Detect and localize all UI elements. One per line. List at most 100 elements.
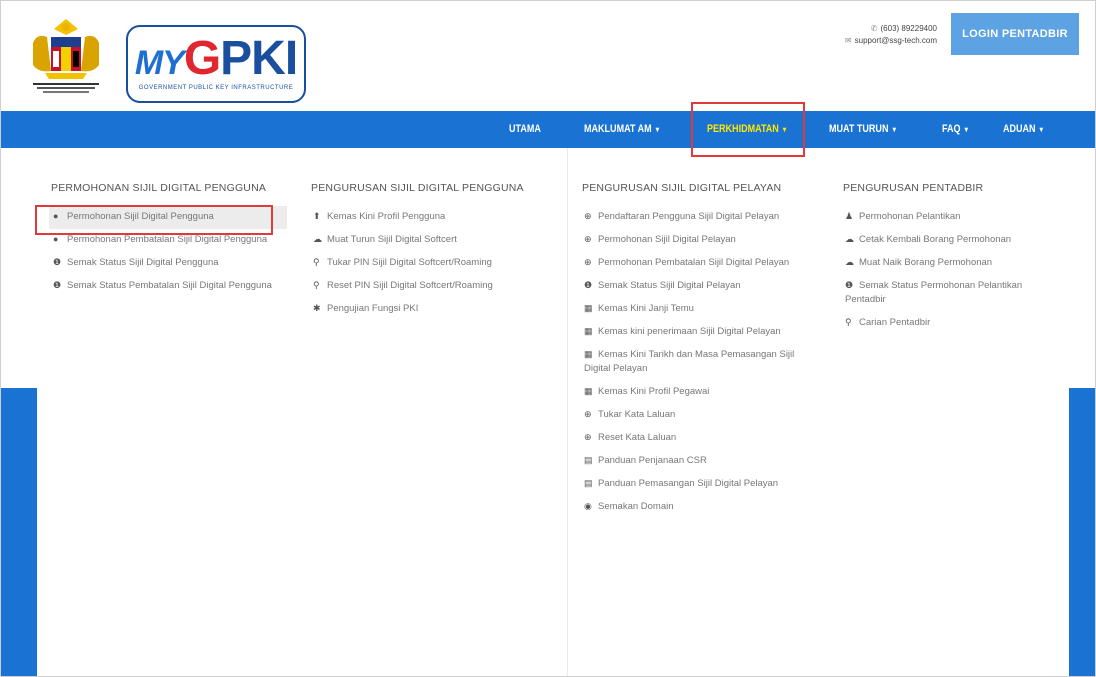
cloud-upload-icon: ☁ [845,257,854,267]
menu-item[interactable]: ▦ Kemas Kini Profil Pegawai [580,381,820,404]
menu-item-label: Tukar Kata Laluan [598,409,676,420]
menu-item-label: Kemas Kini Tarikh dan Masa Pemasangan Si… [584,349,795,374]
chevron-down-icon: ▾ [1039,125,1043,134]
page-background-left [1,388,37,676]
menu-item[interactable]: ☁ Muat Naik Borang Permohonan [841,252,1059,275]
menu-item[interactable]: ⊕ Reset Kata Laluan [580,427,820,450]
logo-g: G [183,32,221,85]
nav-label: FAQ [942,123,961,135]
menu-item-label: Permohonan Pembatalan Sijil Digital Peng… [67,234,268,245]
calendar-icon: ▦ [584,326,593,336]
menu-item[interactable]: ♟ Permohonan Pelantikan [841,206,1059,229]
page-frame: MYGPKI GOVERNMENT PUBLIC KEY INFRASTRUCT… [0,0,1096,677]
logo-wordmark: MYGPKI [128,31,304,86]
nav-label: UTAMA [509,123,541,135]
menu-item-label: Muat Naik Borang Permohonan [859,257,993,268]
menu-item-label: Kemas Kini Janji Temu [598,303,694,314]
menu-column-pengurusan-pelayan: PENGURUSAN SIJIL DIGITAL PELAYAN ⊕ Pendaf… [567,148,830,676]
nav-item-utama[interactable]: UTAMA [509,111,541,148]
info-icon: ❶ [845,280,854,290]
mygpki-logo[interactable]: MYGPKI GOVERNMENT PUBLIC KEY INFRASTRUCT… [126,25,306,103]
menu-item-label: Cetak Kembali Borang Permohonan [859,234,1012,245]
menu-item[interactable]: ⬆ Kemas Kini Profil Pengguna [309,206,557,229]
nav-item-muat-turun[interactable]: MUAT TURUN ▾ [829,111,896,148]
logo-tagline: GOVERNMENT PUBLIC KEY INFRASTRUCTURE [138,85,294,91]
menu-item-label: Pendaftaran Pengguna Sijil Digital Pelay… [598,211,780,222]
menu-item[interactable]: ⊕ Permohonan Pembatalan Sijil Digital Pel… [580,252,820,275]
search-icon: ⚲ [845,317,852,327]
menu-column-pengurusan-pentadbir: PENGURUSAN PENTADBIR ♟ Permohonan Pelanti… [829,148,1069,676]
nav-item-maklumat-am[interactable]: MAKLUMAT AM ▾ [584,111,659,148]
nav-label: ADUAN [1003,123,1036,135]
menu-item[interactable]: ⚲ Reset PIN Sijil Digital Softcert/Roamin… [309,275,557,298]
contact-phone: ✆ (603) 89229400 [809,23,937,35]
menu-item-label: Semak Status Sijil Digital Pelayan [598,280,741,291]
contact-info: ✆ (603) 89229400 ✉ support@ssg-tech.com [809,23,937,47]
menu-item[interactable]: ▦ Kemas Kini Janji Temu [580,298,820,321]
menu-item-label: Pengujian Fungsi PKI [327,303,419,314]
nav-label: MAKLUMAT AM [584,123,652,135]
key-icon: ⚲ [313,257,320,267]
menu-item-label: Reset Kata Laluan [598,432,677,443]
nav-item-faq[interactable]: FAQ ▾ [942,111,968,148]
info-icon: ❶ [584,280,593,290]
menu-item-label: Permohonan Pembatalan Sijil Digital Pela… [598,257,790,268]
menu-item[interactable]: ▦ Kemas kini penerimaan Sijil Digital Pel… [580,321,820,344]
page-background-right [1069,388,1095,676]
menu-item[interactable]: ❶ Semak Status Sijil Digital Pelayan [580,275,820,298]
menu-item-label: Kemas Kini Profil Pegawai [598,386,710,397]
globe-icon: ⊕ [584,234,592,244]
calendar-icon: ▦ [584,386,593,396]
coat-of-arms-logo[interactable] [23,15,109,99]
menu-item[interactable]: ☁ Cetak Kembali Borang Permohonan [841,229,1059,252]
menu-item[interactable]: ✱ Pengujian Fungsi PKI [309,298,557,321]
key-icon: ⚲ [313,280,320,290]
menu-item[interactable]: ❶ Semak Status Sijil Digital Pengguna [49,252,287,275]
highlight-box-nav [691,102,805,157]
chevron-down-icon: ▾ [892,125,896,134]
globe-icon: ⊕ [584,257,592,267]
site-header: MYGPKI GOVERNMENT PUBLIC KEY INFRASTRUCT… [1,1,1095,111]
user-icon: ♟ [845,211,854,221]
globe-icon: ◉ [584,501,592,511]
phone-icon: ✆ [870,24,878,33]
info-icon: ❶ [53,257,62,267]
menu-item[interactable]: ⊕ Pendaftaran Pengguna Sijil Digital Pela… [580,206,820,229]
column-title: PERMOHONAN SIJIL DIGITAL PENGGUNA [51,182,267,194]
menu-item[interactable]: ⚲ Tukar PIN Sijil Digital Softcert/Roamin… [309,252,557,275]
menu-item-label: Semakan Domain [598,501,674,512]
login-admin-button[interactable]: LOGIN PENTADBIR [951,13,1079,55]
menu-item[interactable]: ☁ Muat Turun Sijil Digital Softcert [309,229,557,252]
calendar-icon: ▦ [584,349,593,359]
calendar-icon: ▦ [584,303,593,313]
phone-number: (603) 89229400 [880,24,938,33]
upload-icon: ⬆ [313,211,321,221]
gear-icon: ✱ [313,303,321,313]
menu-item-label: Carian Pentadbir [859,317,931,328]
menu-item[interactable]: ⊕ Permohonan Sijil Digital Pelayan [580,229,820,252]
menu-item[interactable]: ◉ Semakan Domain [580,496,820,519]
email-address[interactable]: support@ssg-tech.com [855,36,937,45]
menu-item-label: Semak Status Permohonan Pelantikan Penta… [845,280,1023,305]
globe-icon: ⊕ [584,211,592,221]
menu-item-label: Reset PIN Sijil Digital Softcert/Roaming [327,280,493,291]
main-nav: UTAMA MAKLUMAT AM ▾ PERKHIDMATAN ▾ MUAT TU… [1,111,1095,148]
cloud-download-icon: ☁ [845,234,854,244]
book-icon: ▤ [584,478,593,488]
column-title: PENGURUSAN SIJIL DIGITAL PELAYAN [582,182,782,194]
highlight-box-menu-item [35,205,273,235]
nav-item-aduan[interactable]: ADUAN ▾ [1003,111,1043,148]
menu-item[interactable]: ⊕ Tukar Kata Laluan [580,404,820,427]
column-title: PENGURUSAN PENTADBIR [843,182,984,194]
menu-item-label: Panduan Penjanaan CSR [598,455,707,466]
menu-item[interactable]: ❶ Semak Status Pembatalan Sijil Digital P… [49,275,287,298]
menu-item[interactable]: ❶ Semak Status Permohonan Pelantikan Pent… [841,275,1059,312]
menu-item-label: Panduan Pemasangan Sijil Digital Pelayan [598,478,779,489]
contact-email[interactable]: ✉ support@ssg-tech.com [809,35,937,47]
menu-item[interactable]: ▤ Panduan Pemasangan Sijil Digital Pelaya… [580,473,820,496]
menu-item[interactable]: ⚲ Carian Pentadbir [841,312,1059,335]
menu-item-label: Kemas Kini Profil Pengguna [327,211,446,222]
menu-item[interactable]: ▦ Kemas Kini Tarikh dan Masa Pemasangan S… [580,344,820,381]
cloud-download-icon: ☁ [313,234,322,244]
menu-item[interactable]: ▤ Panduan Penjanaan CSR [580,450,820,473]
